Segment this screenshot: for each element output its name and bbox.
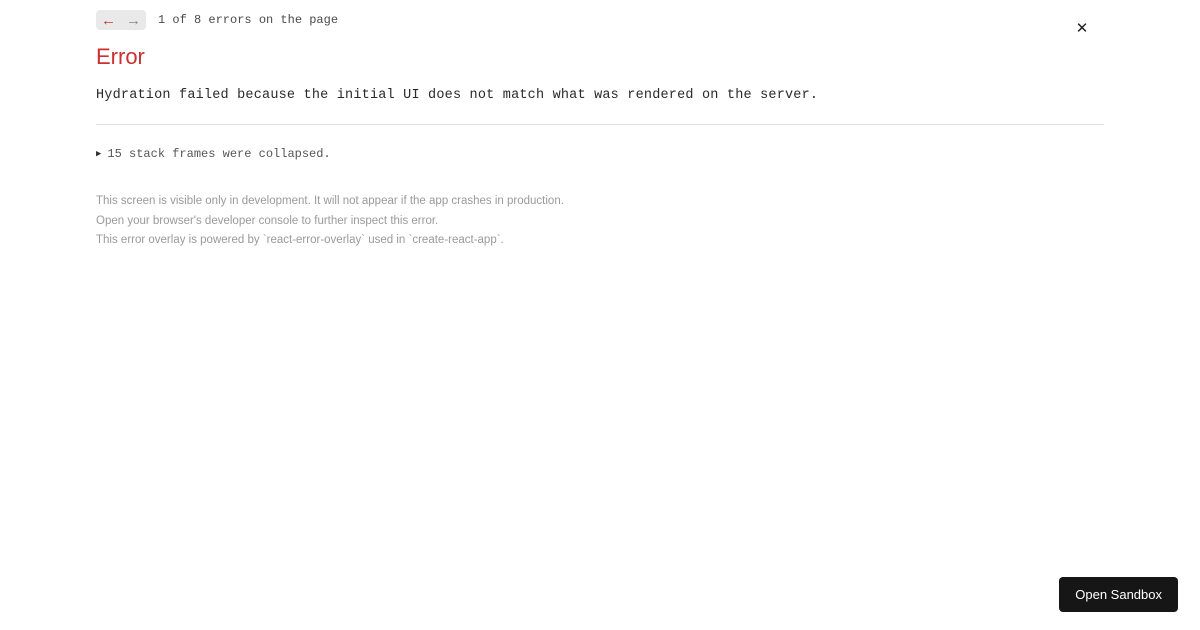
footer-line-2: Open your browser's developer console to… <box>96 213 1104 230</box>
close-icon: ✕ <box>1076 19 1089 37</box>
next-error-button[interactable]: → <box>121 10 146 30</box>
collapsed-frames-toggle[interactable]: ▶ 15 stack frames were collapsed. <box>96 147 1104 161</box>
footer-line-3: This error overlay is powered by `react-… <box>96 232 1104 249</box>
arrow-right-icon: → <box>126 13 141 28</box>
error-heading: Error <box>96 44 1104 70</box>
error-nav-row: ← → 1 of 8 errors on the page <box>96 10 1104 30</box>
chevron-right-icon: ▶ <box>96 150 101 159</box>
error-nav-buttons: ← → <box>96 10 146 30</box>
collapsed-frames-label: 15 stack frames were collapsed. <box>107 147 330 161</box>
error-counter: 1 of 8 errors on the page <box>158 13 338 27</box>
footer-line-1: This screen is visible only in developme… <box>96 193 1104 210</box>
error-message: Hydration failed because the initial UI … <box>96 86 1104 125</box>
open-sandbox-button[interactable]: Open Sandbox <box>1059 577 1178 612</box>
prev-error-button[interactable]: ← <box>96 10 121 30</box>
close-button[interactable]: ✕ <box>1072 18 1092 38</box>
footer-notes: This screen is visible only in developme… <box>96 193 1104 249</box>
arrow-left-icon: ← <box>101 13 116 28</box>
